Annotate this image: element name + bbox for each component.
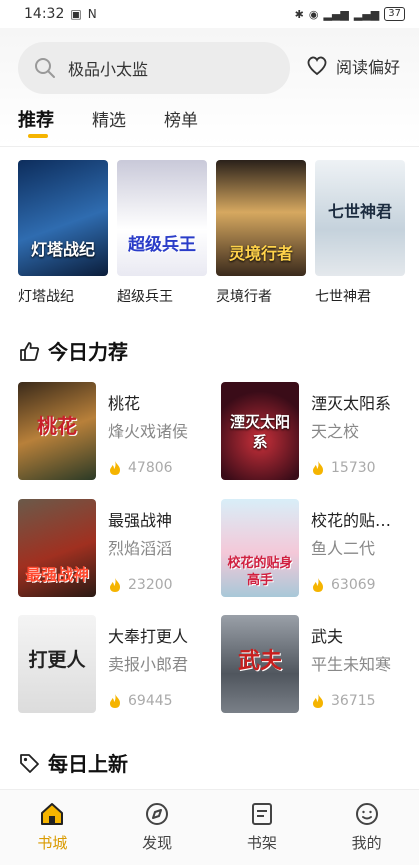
divider <box>0 146 419 147</box>
book-item[interactable]: 桃花 桃花 烽火戏诸侯 47806 <box>18 382 218 482</box>
book-author: 鱼人二代 <box>311 539 376 558</box>
popularity: 36715 <box>311 693 376 709</box>
book-cover: 超级兵王 <box>117 160 207 276</box>
flame-icon <box>110 461 120 475</box>
today-picks-header: 今日力荐 <box>18 336 128 365</box>
book-item[interactable]: 湮灭太阳系 湮灭太阳系 天之校 15730 <box>221 382 419 482</box>
today-picks-title: 今日力荐 <box>48 340 128 364</box>
book-cover: 打更人 <box>18 615 96 713</box>
book-card[interactable]: 灯塔战纪 灯塔战纪 <box>18 160 108 306</box>
signal-icon-2: ▂▄▆ <box>353 7 380 21</box>
book-author: 平生未知寒 <box>311 655 392 674</box>
thumbs-up-icon <box>20 341 40 361</box>
nav-bookstore[interactable]: 书城 <box>12 800 92 853</box>
book-title: 灯塔战纪 <box>18 289 74 305</box>
home-icon <box>41 803 64 825</box>
daily-new-header: 每日上新 <box>18 748 128 777</box>
book-title: 超级兵王 <box>117 289 173 305</box>
book-author: 天之校 <box>311 422 360 441</box>
book-title: 灵境行者 <box>216 289 272 305</box>
recommended-books-row: 灯塔战纪 灯塔战纪 超级兵王 超级兵王 灵境行者 灵境行者 七世神君 七世神君 <box>18 160 405 306</box>
book-author: 烽火戏诸侯 <box>108 422 189 441</box>
book-cover: 校花的贴身高手 <box>221 499 299 597</box>
nav-profile[interactable]: 我的 <box>327 800 407 853</box>
book-item[interactable]: 打更人 大奉打更人 卖报小郎君 69445 <box>18 615 218 715</box>
book-item[interactable]: 最强战神 最强战神 烈焰滔滔 23200 <box>18 499 218 599</box>
reading-preference-label: 阅读偏好 <box>336 58 401 77</box>
book-cover: 灵境行者 <box>216 160 306 276</box>
popularity: 69445 <box>108 693 173 709</box>
flame-icon <box>110 694 120 708</box>
popularity: 23200 <box>108 577 173 593</box>
top-area: 极品小太监 阅读偏好 推荐 精选 榜单 <box>0 28 419 146</box>
book-card[interactable]: 灵境行者 灵境行者 <box>216 160 306 306</box>
notification-icon: ▣ <box>70 7 82 21</box>
search-query: 极品小太监 <box>68 60 149 79</box>
battery-icon: 37 <box>384 7 405 21</box>
book-cover: 最强战神 <box>18 499 96 597</box>
reading-preference-button[interactable]: 阅读偏好 <box>306 54 400 78</box>
search-bar[interactable]: 极品小太监 <box>18 42 290 94</box>
status-bar: 14:32 ▣ N ✱ ◉ ▂▄▆ ▂▄▆ 37 <box>0 0 419 28</box>
bluetooth-icon: ✱ <box>294 7 304 21</box>
popularity: 63069 <box>311 577 376 593</box>
search-icon <box>35 58 55 78</box>
book-cover: 武夫 <box>221 615 299 713</box>
heart-icon <box>307 56 327 76</box>
book-card[interactable]: 七世神君 七世神君 <box>315 160 405 306</box>
book-cover: 湮灭太阳系 <box>221 382 299 480</box>
bottom-nav: 书城 发现 书架 我的 <box>0 789 419 865</box>
tab-recommend[interactable]: 推荐 <box>18 106 54 138</box>
book-title: 最强战神 <box>108 511 173 530</box>
tag-icon <box>20 753 39 773</box>
tab-ranking[interactable]: 榜单 <box>164 106 198 138</box>
status-time: 14:32 <box>24 6 65 22</box>
book-author: 卖报小郎君 <box>108 655 189 674</box>
bookshelf-icon <box>251 803 272 825</box>
book-title: 校花的贴… <box>311 511 392 530</box>
discover-icon <box>146 803 169 825</box>
book-item[interactable]: 武夫 武夫 平生未知寒 36715 <box>221 615 419 715</box>
flame-icon <box>313 461 323 475</box>
book-cover: 桃花 <box>18 382 96 480</box>
daily-new-title: 每日上新 <box>48 752 128 776</box>
flame-icon <box>313 694 323 708</box>
tab-featured[interactable]: 精选 <box>92 106 126 138</box>
book-title: 湮灭太阳系 <box>311 394 392 413</box>
book-cover: 七世神君 <box>315 160 405 276</box>
book-author: 烈焰滔滔 <box>108 539 173 558</box>
book-item[interactable]: 校花的贴身高手 校花的贴… 鱼人二代 63069 <box>221 499 419 599</box>
signal-icon: ▂▄▆ <box>323 7 349 21</box>
book-title: 七世神君 <box>315 289 371 305</box>
nav-bookshelf[interactable]: 书架 <box>222 800 302 853</box>
active-tab-indicator <box>28 134 48 138</box>
book-title: 大奉打更人 <box>108 627 189 646</box>
wifi-icon: ◉ <box>308 7 319 21</box>
popularity: 15730 <box>311 460 376 476</box>
flame-icon <box>313 578 323 592</box>
profile-icon <box>355 803 378 825</box>
nfc-icon: N <box>87 7 97 21</box>
nav-discover[interactable]: 发现 <box>117 800 197 853</box>
flame-icon <box>110 578 120 592</box>
book-cover: 灯塔战纪 <box>18 160 108 276</box>
category-tabs: 推荐 精选 榜单 <box>18 106 198 138</box>
book-title: 桃花 <box>108 394 141 413</box>
book-card[interactable]: 超级兵王 超级兵王 <box>117 160 207 306</box>
book-title: 武夫 <box>311 627 344 646</box>
popularity: 47806 <box>108 460 173 476</box>
